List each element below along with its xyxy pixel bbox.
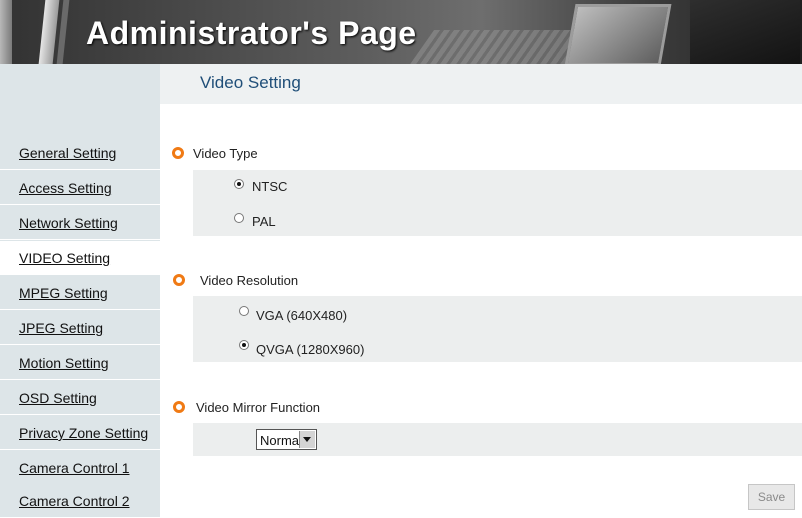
banner-image-monitor [564,4,672,64]
sidebar-item-label[interactable]: Access Setting [19,180,112,196]
sidebar-item-label[interactable]: MPEG Setting [19,285,108,301]
sidebar-item-label[interactable]: VIDEO Setting [19,250,110,266]
radio-pal-label[interactable]: PAL [252,214,276,229]
sidebar-item-osd-setting[interactable]: OSD Setting [0,381,160,415]
bullet-icon [173,274,185,286]
video-type-label: Video Type [193,146,258,161]
sidebar-item-mpeg-setting[interactable]: MPEG Setting [0,276,160,310]
radio-vga-label[interactable]: VGA (640X480) [256,308,347,323]
sidebar-item-video-setting[interactable]: VIDEO Setting [0,241,160,275]
sidebar-item-access-setting[interactable]: Access Setting [0,171,160,205]
chevron-down-icon[interactable] [299,431,315,448]
radio-ntsc-label[interactable]: NTSC [252,179,287,194]
sidebar-item-label[interactable]: General Setting [19,145,116,161]
video-resolution-label: Video Resolution [200,273,299,288]
sidebar: General Setting Access Setting Network S… [0,64,160,518]
sidebar-item-label[interactable]: JPEG Setting [19,320,103,336]
sidebar-item-privacy-zone-setting[interactable]: Privacy Zone Setting [0,416,160,450]
sidebar-item-label[interactable]: Network Setting [19,215,118,231]
sidebar-item-label[interactable]: Camera Control 1 [19,460,130,476]
sidebar-item-jpeg-setting[interactable]: JPEG Setting [0,311,160,345]
video-mirror-label: Video Mirror Function [196,400,321,415]
banner: Administrator's Page [0,0,802,64]
banner-image-monitor [690,0,800,64]
sidebar-item-label[interactable]: Privacy Zone Setting [19,425,148,441]
radio-qvga[interactable] [239,340,249,350]
save-button[interactable]: Save [748,484,795,510]
banner-title: Administrator's Page [86,15,417,51]
sidebar-item-network-setting[interactable]: Network Setting [0,206,160,240]
radio-vga[interactable] [239,306,249,316]
bullet-icon [172,147,184,159]
sidebar-item-camera-control-2[interactable]: Camera Control 2 [0,484,160,518]
sidebar-item-motion-setting[interactable]: Motion Setting [0,346,160,380]
sidebar-item-label[interactable]: Motion Setting [19,355,109,371]
radio-qvga-label[interactable]: QVGA (1280X960) [256,342,364,357]
sidebar-item-camera-control-1[interactable]: Camera Control 1 [0,451,160,485]
radio-pal[interactable] [234,213,244,223]
bullet-icon [173,401,185,413]
video-mirror-select-value[interactable]: Normal [260,433,302,448]
sidebar-item-general-setting[interactable]: General Setting [0,136,160,170]
sidebar-item-label[interactable]: Camera Control 2 [19,493,130,509]
radio-ntsc[interactable] [234,179,244,189]
page-title: Video Setting [200,73,301,92]
sidebar-item-label[interactable]: OSD Setting [19,390,97,406]
video-mirror-select[interactable]: Normal [256,429,317,450]
banner-decoration [0,0,12,64]
